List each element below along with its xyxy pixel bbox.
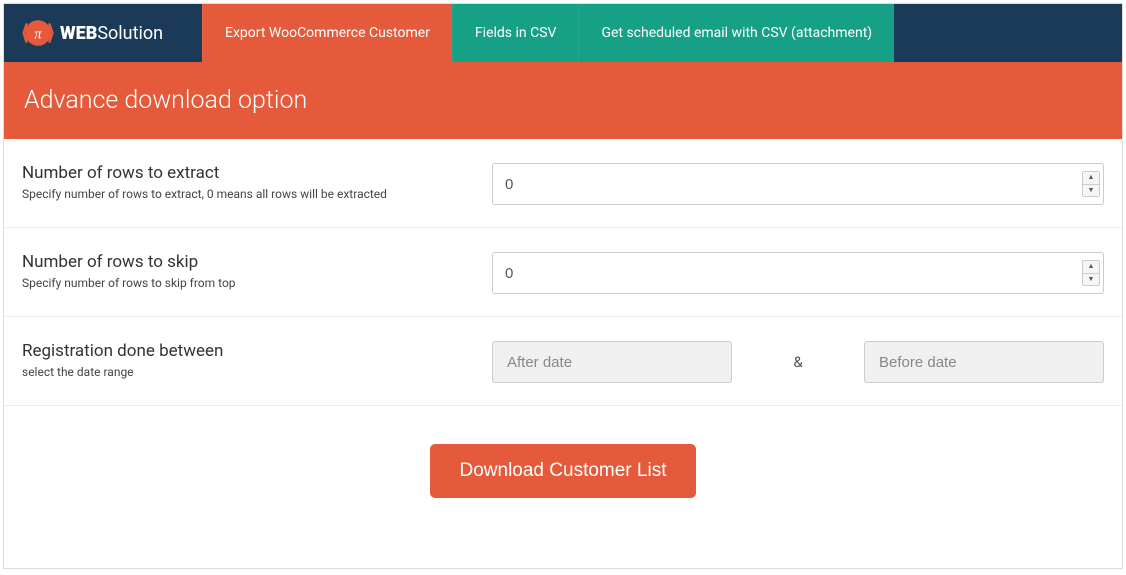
rows-skip-row: Number of rows to skip Specify number of… [4, 228, 1122, 317]
logo: π WEBSolution [4, 4, 202, 62]
page-title: Advance download option [24, 86, 307, 115]
logo-text: WEBSolution [60, 23, 163, 44]
rows-extract-row: Number of rows to extract Specify number… [4, 139, 1122, 228]
download-button[interactable]: Download Customer List [430, 444, 697, 498]
spinner-up-icon[interactable]: ▲ [1083, 172, 1099, 185]
rows-skip-input[interactable] [492, 252, 1104, 294]
before-date-input[interactable] [864, 341, 1104, 383]
rows-skip-label: Number of rows to skip [22, 252, 472, 272]
page-header: Advance download option [4, 62, 1122, 139]
svg-text:π: π [34, 27, 42, 43]
date-range-row: Registration done between select the dat… [4, 317, 1122, 406]
button-row: Download Customer List [4, 406, 1122, 536]
rows-extract-control: ▲ ▼ [492, 163, 1104, 205]
rows-extract-desc: Specify number of rows to extract, 0 mea… [22, 187, 472, 201]
spinner-down-icon[interactable]: ▼ [1083, 185, 1099, 197]
spinner-up-icon[interactable]: ▲ [1083, 261, 1099, 274]
rows-extract-label-area: Number of rows to extract Specify number… [22, 163, 492, 205]
rows-skip-spinner: ▲ ▼ [1082, 260, 1100, 286]
rows-extract-input[interactable] [492, 163, 1104, 205]
tab-fields-csv[interactable]: Fields in CSV [452, 4, 579, 62]
navbar: π WEBSolution Export WooCommerce Custome… [4, 4, 1122, 62]
rows-extract-spinner: ▲ ▼ [1082, 171, 1100, 197]
date-range-desc: select the date range [22, 365, 472, 379]
rows-skip-desc: Specify number of rows to skip from top [22, 276, 472, 290]
date-range-label-area: Registration done between select the dat… [22, 341, 492, 383]
rows-skip-control: ▲ ▼ [492, 252, 1104, 294]
tab-label: Fields in CSV [475, 25, 557, 41]
tab-export-customer[interactable]: Export WooCommerce Customer [202, 4, 452, 62]
rows-skip-label-area: Number of rows to skip Specify number of… [22, 252, 492, 294]
tab-scheduled-email[interactable]: Get scheduled email with CSV (attachment… [578, 4, 894, 62]
rows-extract-label: Number of rows to extract [22, 163, 472, 183]
form-section: Number of rows to extract Specify number… [4, 139, 1122, 536]
spinner-down-icon[interactable]: ▼ [1083, 274, 1099, 286]
date-range-control: & [492, 341, 1104, 383]
nav-tabs: Export WooCommerce Customer Fields in CS… [202, 4, 894, 62]
after-date-input[interactable] [492, 341, 732, 383]
tab-label: Get scheduled email with CSV (attachment… [601, 25, 872, 41]
tab-label: Export WooCommerce Customer [225, 25, 430, 41]
pi-logo-icon: π [22, 17, 54, 49]
date-separator: & [732, 353, 864, 371]
date-range-label: Registration done between [22, 341, 472, 361]
